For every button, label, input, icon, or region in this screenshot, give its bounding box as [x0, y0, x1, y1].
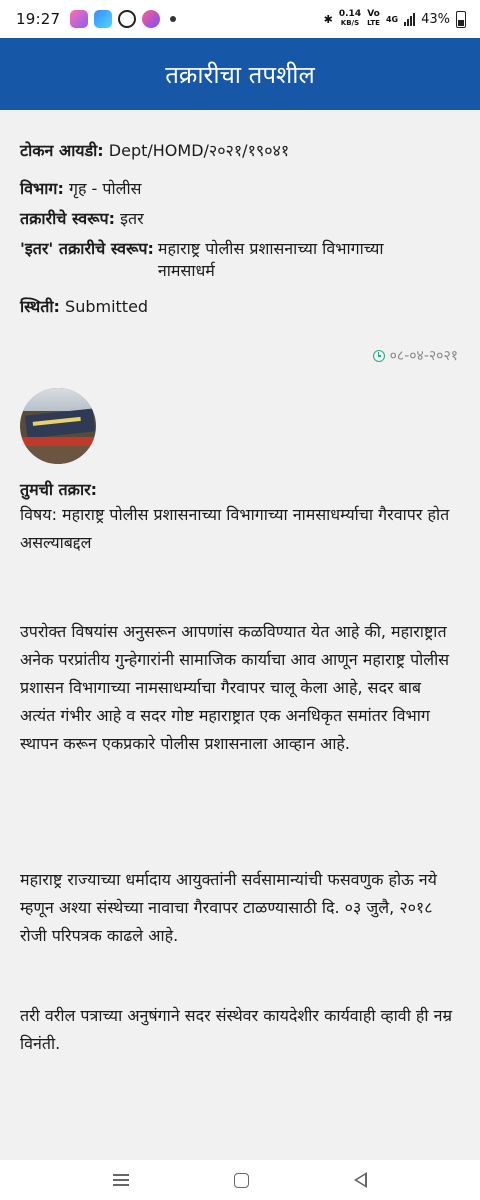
complaint-nature-value: इतर [120, 209, 144, 228]
network-speed-value: 0.14 [338, 9, 362, 19]
notification-app-icon [142, 10, 161, 28]
home-square-icon[interactable] [233, 1172, 249, 1188]
other-nature-value: महाराष्ट्र पोलीस प्रशासनाच्या विभागाच्या… [157, 239, 384, 280]
status-time: 19:27 [16, 10, 61, 28]
complaint-paragraph-2: महाराष्ट्र राज्याच्या धर्मादाय आयुक्तांन… [20, 870, 437, 945]
other-nature-label: 'इतर' तक्रारीचे स्वरूप: [20, 239, 154, 258]
more-notifications-dot-icon [170, 16, 177, 22]
battery-icon [456, 10, 466, 28]
status-value: Submitted [65, 297, 149, 316]
complaint-date-value: ०८-०४-२०२१ [389, 348, 458, 364]
network-speed-unit: KB/S [340, 19, 360, 27]
notification-app-icon [70, 10, 89, 28]
complaint-date: ०८-०४-२०२१ [372, 346, 458, 365]
complaint-subject: विषय: महाराष्ट्र पोलीस प्रशासनाच्या विभा… [20, 505, 450, 552]
signal-strength-icon [404, 12, 416, 26]
battery-percent: 43% [421, 11, 450, 27]
token-value: Dept/HOMD/२०२१/१९०४१ [108, 141, 290, 160]
status-indicators: ✱ 0.14 KB/S Vo LTE 4G 43% [324, 10, 466, 28]
complaint-nature-label: तक्रारीचे स्वरूप: [20, 209, 116, 228]
complaint-paragraph-1: उपरोक्त विषयांस अनुसरून आपणांस कळविण्यात… [20, 622, 450, 753]
notification-app-icon [118, 10, 137, 28]
status-label: स्थिती: [20, 297, 60, 316]
department-row: विभाग: गृह - पोलीस [20, 178, 141, 200]
status-bar: 19:27 ✱ 0.14 KB/S Vo LTE 4G 43% [0, 0, 480, 38]
complaint-details-panel: टोकन आयडी: Dept/HOMD/२०२१/१९०४१ विभाग: ग… [0, 110, 480, 1160]
token-label: टोकन आयडी: [20, 141, 104, 160]
volte-bottom: LTE [367, 19, 380, 27]
complaint-nature-row: तक्रारीचे स्वरूप: इतर [20, 208, 144, 230]
complaint-paragraph-3: तरी वरील पत्राच्या अनुषंगाने सदर संस्थेव… [20, 1006, 453, 1053]
system-navigation-bar [0, 1160, 480, 1200]
your-complaint-label: तुमची तक्रार: [20, 480, 98, 499]
token-row: टोकन आयडी: Dept/HOMD/२०२१/१९०४१ [20, 140, 289, 162]
department-value: गृह - पोलीस [68, 179, 142, 198]
department-label: विभाग: [20, 179, 64, 198]
clock-icon [372, 349, 385, 362]
status-row: स्थिती: Submitted [20, 296, 148, 318]
volte-top: Vo [367, 9, 380, 19]
network-speed: 0.14 KB/S [339, 10, 361, 28]
app-header: तक्रारीचा तपशील [0, 38, 480, 110]
back-triangle-icon[interactable] [354, 1172, 368, 1188]
menu-lines-icon[interactable] [112, 1174, 129, 1186]
page-title: तक्रारीचा तपशील [165, 60, 315, 89]
avatar[interactable] [20, 388, 96, 464]
network-type: 4G [385, 14, 399, 24]
bluetooth-icon: ✱ [323, 12, 333, 26]
volte-indicator: Vo LTE [367, 10, 380, 28]
other-nature-row: 'इतर' तक्रारीचे स्वरूप: महाराष्ट्र पोलीस… [20, 238, 428, 282]
notification-app-icon [94, 10, 113, 28]
